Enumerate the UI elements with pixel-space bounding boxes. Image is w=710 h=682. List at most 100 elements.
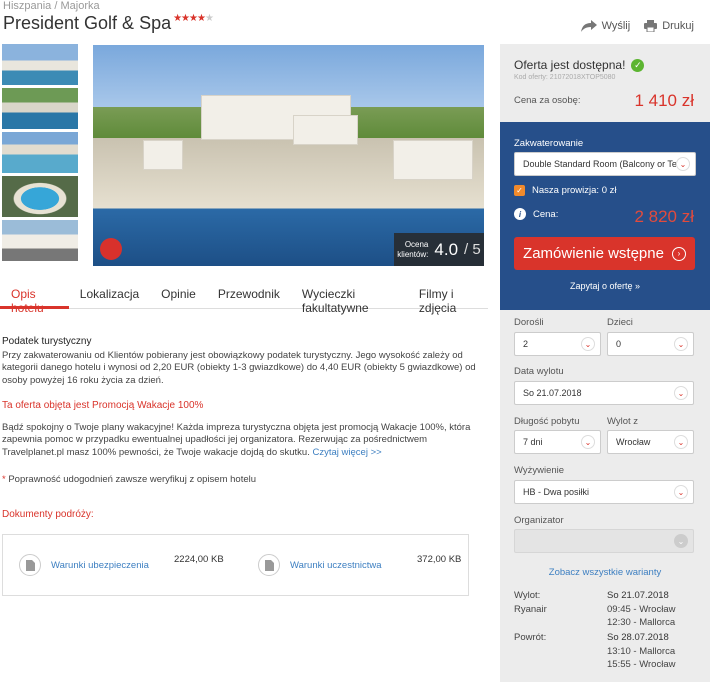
return-label: Powrót: — [514, 632, 547, 643]
provision-checkbox[interactable]: ✓ Nasza prowizja: 0 zł — [514, 185, 616, 196]
chevron-down-icon: ⌄ — [674, 485, 688, 499]
empty-star: ★ — [204, 13, 214, 24]
board-value: HB - Dwa posiłki — [523, 487, 590, 497]
tab-wycieczki[interactable]: Wycieczki fakultatywne — [291, 279, 408, 315]
return-date: So 28.07.2018 — [607, 632, 669, 643]
photo-thumbnails — [0, 42, 80, 264]
breadcrumb-region[interactable]: Majorka — [61, 0, 100, 12]
chevron-down-icon: ⌄ — [674, 435, 688, 449]
tab-przewodnik[interactable]: Przewodnik — [207, 279, 291, 308]
chevron-down-icon: ⌄ — [581, 435, 595, 449]
duration-value: 7 dni — [523, 437, 543, 447]
tax-text: Przy zakwaterowaniu od Klientów pobieran… — [2, 349, 476, 386]
booking-box: Zakwaterowanie Double Standard Room (Bal… — [500, 122, 710, 310]
ask-about-offer-link[interactable]: Zapytaj o ofertę » — [500, 281, 710, 291]
return-departure: 13:10 - Mallorca — [607, 645, 676, 657]
chevron-down-icon: ⌄ — [676, 157, 690, 171]
adults-label: Dorośli — [514, 317, 544, 328]
tab-lokalizacja[interactable]: Lokalizacja — [69, 279, 150, 308]
info-icon[interactable]: i — [514, 208, 526, 220]
promo-heading: Ta oferta objęta jest Promocją Wakacje 1… — [2, 400, 204, 411]
print-label: Drukuj — [662, 20, 694, 32]
photo-thumbnail[interactable] — [0, 42, 80, 87]
photo-buoy — [100, 238, 122, 260]
rating-label-line1: Ocena — [404, 239, 429, 249]
document-name[interactable]: Warunki uczestnictwa — [290, 560, 382, 571]
room-value: Double Standard Room (Balcony or Te... — [523, 159, 685, 169]
return-flight-label: Powrót: — [514, 631, 546, 645]
top-actions: Wyślij Drukuj — [580, 20, 694, 32]
send-button[interactable]: Wyślij — [580, 20, 631, 32]
booking-panel: Oferta jest dostępna! ✓ Kod oferty: 2107… — [500, 44, 710, 682]
read-more-link[interactable]: Czytaj więcej >> — [313, 447, 382, 458]
documents-box: Warunki ubezpieczenia 2224,00 KB Warunki… — [2, 534, 469, 596]
rating-label: Ocena klientów: — [397, 240, 428, 260]
document-size: 372,00 KB — [417, 554, 462, 565]
document-size: 2224,00 KB — [174, 554, 224, 565]
tax-heading: Podatek turystyczny — [2, 336, 92, 347]
document-item[interactable]: Warunki ubezpieczenia — [19, 554, 149, 576]
photo-building — [393, 140, 473, 180]
photo-thumbnail[interactable] — [2, 88, 78, 129]
chevron-down-icon: ⌄ — [674, 386, 688, 400]
photo-thumbnail[interactable] — [2, 176, 78, 217]
room-select[interactable]: Double Standard Room (Balcony or Te... ⌄ — [514, 152, 696, 176]
tab-filmy-zdjecia[interactable]: Filmy i zdjęcia — [408, 279, 488, 315]
rating-label-line2: klientów: — [397, 249, 429, 259]
children-value: 0 — [616, 339, 622, 349]
photo-thumbnail[interactable] — [2, 220, 78, 261]
board-select[interactable]: HB - Dwa posiłki ⌄ — [514, 480, 694, 504]
departure-from-label: Wylot z — [607, 416, 639, 427]
arrow-right-icon: › — [671, 246, 686, 261]
board-label: Wyżywienie — [514, 465, 565, 476]
document-name[interactable]: Warunki ubezpieczenia — [51, 560, 149, 571]
main-hotel-photo[interactable]: Ocena klientów: 4.0 / 5 — [93, 45, 484, 266]
amenities-note: * Poprawność udogodnień zawsze weryfikuj… — [2, 474, 477, 487]
return-flight-details: So 28.07.2018 13:10 - Mallorca 15:55 - W… — [607, 631, 675, 672]
preorder-label: Zamówienie wstępne — [523, 245, 664, 262]
chevron-down-icon: ⌄ — [674, 534, 688, 548]
checkbox-icon: ✓ — [514, 185, 525, 196]
document-item[interactable]: Warunki uczestnictwa — [258, 554, 382, 576]
tab-opinie[interactable]: Opinie — [150, 279, 207, 308]
children-select[interactable]: 0 ⌄ — [607, 332, 694, 356]
adults-value: 2 — [523, 339, 529, 349]
send-label: Wyślij — [601, 20, 631, 32]
breadcrumb-separator: / — [54, 0, 58, 12]
hotel-description: Podatek turystyczny Przy zakwaterowaniu … — [2, 336, 477, 521]
hotel-tabs: Opis hotelu Lokalizacja Opinie Przewodni… — [0, 279, 488, 315]
outbound-date: So 21.07.2018 — [607, 590, 669, 601]
children-label: Dzieci — [607, 317, 633, 328]
duration-select[interactable]: 7 dni ⌄ — [514, 430, 601, 454]
photo-thumbnail[interactable] — [2, 132, 78, 173]
breadcrumb-country[interactable]: Hiszpania — [3, 0, 51, 12]
preorder-button[interactable]: Zamówienie wstępne › — [514, 237, 695, 270]
chevron-down-icon: ⌄ — [581, 337, 595, 351]
adults-select[interactable]: 2 ⌄ — [514, 332, 601, 356]
departure-from-value: Wrocław — [616, 437, 651, 447]
print-button[interactable]: Drukuj — [644, 20, 694, 32]
departure-date-value: So 21.07.2018 — [523, 388, 582, 398]
availability-text: Oferta jest dostępna! — [514, 58, 626, 72]
organizer-label: Organizator — [514, 515, 564, 526]
page-title: President Golf & Spa ★★★★★ — [3, 13, 214, 34]
total-price-label: i Cena: — [514, 208, 558, 220]
organizer-select[interactable]: ⌄ — [514, 529, 694, 553]
promo-text: Bądź spokojny o Twoje plany wakacyjne! K… — [2, 422, 477, 460]
availability-status: Oferta jest dostępna! ✓ — [514, 58, 645, 72]
tab-opis-hotelu[interactable]: Opis hotelu — [0, 279, 69, 315]
outbound-label: Wylot: — [514, 590, 541, 601]
breadcrumb: Hiszpania / Majorka — [3, 0, 100, 12]
departure-from-select[interactable]: Wrocław ⌄ — [607, 430, 694, 454]
departure-date-select[interactable]: So 21.07.2018 ⌄ — [514, 381, 694, 405]
photo-building — [143, 140, 183, 170]
total-price: 2 820 zł — [634, 207, 694, 226]
all-variants-link[interactable]: Zobacz wszystkie warianty — [500, 567, 710, 578]
outbound-arrival: 12:30 - Mallorca — [607, 617, 676, 628]
outbound-departure: 09:45 - Wrocław — [607, 603, 676, 615]
departure-date-label: Data wylotu — [514, 366, 564, 377]
price-per-person: 1 410 zł — [634, 91, 694, 110]
docs-heading: Dokumenty podróży: — [2, 508, 94, 520]
total-label-text: Cena: — [533, 208, 559, 220]
document-icon — [258, 554, 280, 576]
